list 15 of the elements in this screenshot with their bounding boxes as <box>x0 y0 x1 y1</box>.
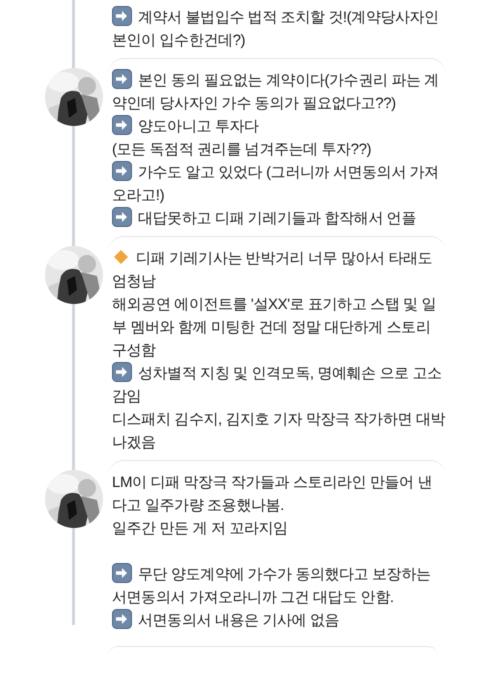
post-text: 무단 양도계약에 가수가 동의했다고 보장하는 서면동의서 가져오라니까 그건 대답도 안함. <box>112 563 446 609</box>
post-text: 디패 기레기사는 반박거리 너무 많아서 타래도 엄청남 <box>112 247 434 292</box>
post-text: 일주간 만든 게 저 꼬라지임 <box>112 519 289 539</box>
post-text: LM이 디패 막장극 작가들과 스토리라인 만들어 낸다고 일주가량 조용했나봄. <box>112 473 434 516</box>
post-text: 가수도 알고 있었다 (그러니까 서면동의서 가져오라고!) <box>112 161 446 207</box>
post-text: 디스패치 김수지, 김지호 기자 막장극 작가하면 대박나겠음 <box>112 410 446 453</box>
post-text: (모든 독점적 권리를 넘겨주는데 투자??) <box>112 140 372 160</box>
post-text: 해외공연 에이전트를 '설XX'로 표기하고 스탭 및 일부 멤버와 함께 미팅한 건데 정말 대단하게 스토리 구성함 <box>112 295 438 361</box>
post-text: 계약서 불법입수 법적 조치할 것!(계약당사자인 본인이 입수한건데?) <box>112 6 450 52</box>
post-text: 본인 동의 필요없는 계약이다(가수권리 파는 계약인데 당사자인 가수 동의가 필요없다고??) <box>112 69 446 115</box>
post-text: 서면동의서 내용은 기사에 없음 <box>112 609 446 632</box>
post-text: 성차별적 지칭 및 인격모독, 명예훼손 으로 고소감임 <box>112 362 446 408</box>
diamond-icon <box>112 248 130 266</box>
post-text: 대답못하고 디패 기레기들과 합작해서 언플 <box>112 207 446 230</box>
post-text: 양도아니고 투자다 <box>112 115 446 138</box>
